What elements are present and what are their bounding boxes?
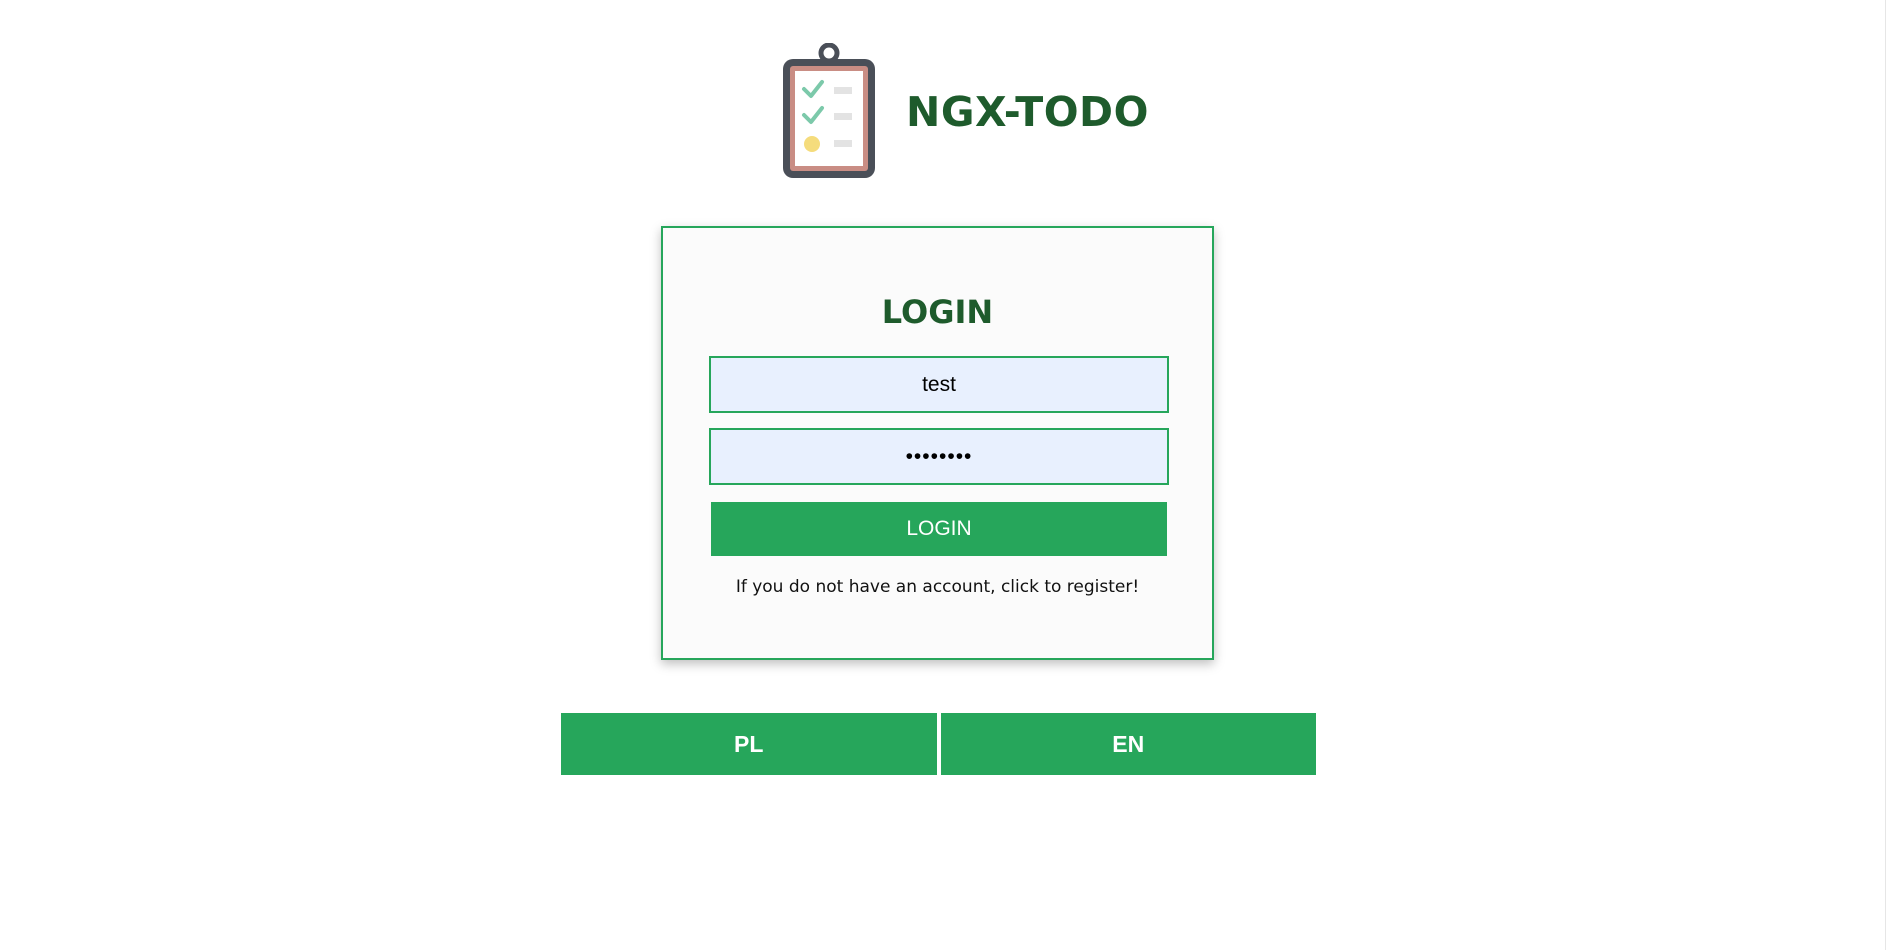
login-card: LOGIN LOGIN If you do not have an accoun… (661, 226, 1214, 660)
login-heading: LOGIN (881, 293, 994, 331)
app-title: NGX-TODO (906, 88, 1149, 136)
password-input[interactable] (709, 428, 1169, 485)
register-link[interactable]: If you do not have an account, click to … (663, 577, 1212, 597)
page-edge-divider (1885, 0, 1886, 950)
login-page: NGX-TODO LOGIN LOGIN If you do not have … (0, 0, 1887, 950)
login-button[interactable]: LOGIN (711, 502, 1167, 556)
language-en-button[interactable]: EN (940, 713, 1316, 775)
clipboard-checklist-icon (780, 43, 878, 181)
language-switcher: PL EN (561, 713, 1316, 775)
username-input[interactable] (709, 356, 1169, 413)
language-pl-button[interactable]: PL (561, 713, 937, 775)
app-header: NGX-TODO (780, 42, 1149, 182)
